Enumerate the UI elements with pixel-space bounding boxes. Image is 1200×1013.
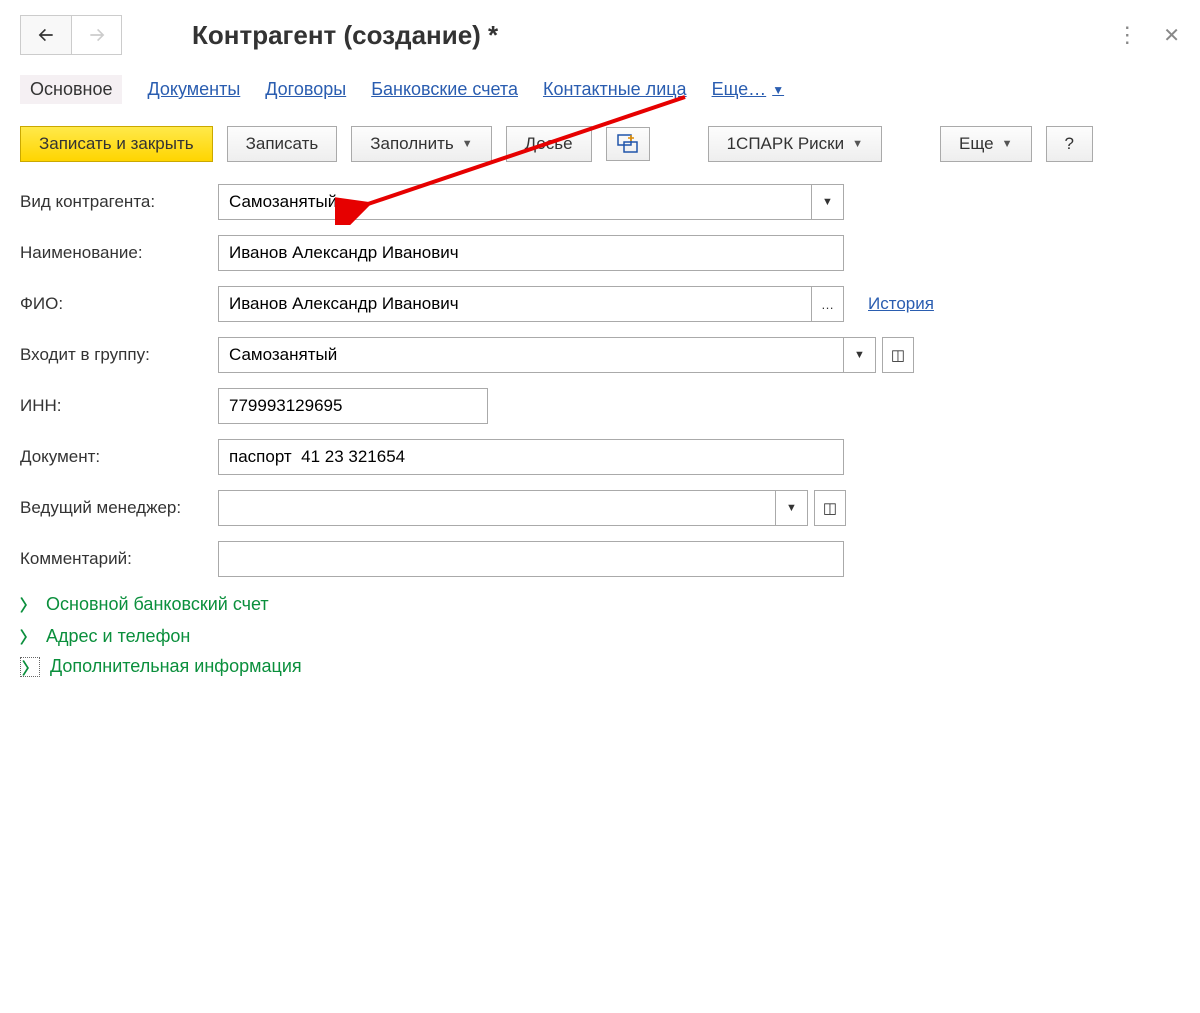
group-open-button[interactable]: ◫: [882, 337, 914, 373]
group-label: Входит в группу:: [20, 345, 218, 365]
fill-label: Заполнить: [370, 134, 453, 154]
chevron-right-icon: 〉: [20, 624, 36, 648]
more-button[interactable]: Еще ▼: [940, 126, 1031, 162]
forward-button[interactable]: [71, 16, 121, 54]
history-link[interactable]: История: [868, 294, 934, 314]
fio-input[interactable]: [218, 286, 812, 322]
spark-risks-label: 1СПАРК Риски: [727, 134, 845, 154]
chevron-down-icon: ▼: [854, 349, 865, 361]
spark-risks-button[interactable]: 1СПАРК Риски ▼: [708, 126, 882, 162]
more-label: Еще: [959, 134, 994, 154]
help-label: ?: [1065, 134, 1074, 154]
fio-label: ФИО:: [20, 294, 218, 314]
save-and-close-button[interactable]: Записать и закрыть: [20, 126, 213, 162]
collapsible-address-phone[interactable]: 〉 Адрес и телефон: [20, 624, 1180, 648]
tab-bar: Основное Документы Договоры Банковские с…: [20, 75, 1180, 104]
tab-contacts[interactable]: Контактные лица: [543, 79, 687, 100]
arrow-left-icon: [36, 25, 56, 45]
page-title: Контрагент (создание) *: [192, 20, 498, 51]
document-input[interactable]: [218, 439, 844, 475]
collapsible-address-phone-label: Адрес и телефон: [46, 626, 190, 647]
chevron-right-boxed-icon: 〉: [20, 657, 40, 677]
ellipsis-icon: …: [821, 297, 834, 312]
open-icon: ◫: [823, 499, 837, 517]
collapsible-bank-account[interactable]: 〉 Основной банковский счет: [20, 592, 1180, 616]
collapsible-additional-info[interactable]: 〉 Дополнительная информация: [20, 656, 1180, 677]
chevron-right-icon: 〉: [20, 592, 36, 616]
manager-input[interactable]: [218, 490, 776, 526]
dossier-label: Досье: [525, 134, 573, 154]
toolbar: Записать и закрыть Записать Заполнить ▼ …: [20, 126, 1180, 162]
fio-select-button[interactable]: …: [812, 286, 844, 322]
collapsible-additional-info-label: Дополнительная информация: [50, 656, 302, 677]
save-and-close-label: Записать и закрыть: [39, 134, 194, 154]
counterparty-type-input[interactable]: [218, 184, 812, 220]
tab-documents[interactable]: Документы: [147, 79, 240, 100]
counterparty-type-dropdown[interactable]: ▼: [812, 184, 844, 220]
nav-history-buttons: [20, 15, 122, 55]
manager-label: Ведущий менеджер:: [20, 498, 218, 518]
tab-bank-accounts[interactable]: Банковские счета: [371, 79, 518, 100]
tab-more-label: Еще…: [712, 79, 767, 100]
inn-label: ИНН:: [20, 396, 218, 416]
pick-button[interactable]: [606, 127, 650, 161]
comment-input[interactable]: [218, 541, 844, 577]
chevron-down-icon: ▼: [852, 138, 863, 150]
comment-label: Комментарий:: [20, 549, 218, 569]
group-input[interactable]: [218, 337, 844, 373]
tab-contracts[interactable]: Договоры: [265, 79, 346, 100]
back-button[interactable]: [21, 16, 71, 54]
form: Вид контрагента: ▼ Наименование: ФИО: … …: [20, 184, 1180, 677]
name-input[interactable]: [218, 235, 844, 271]
open-icon: ◫: [891, 346, 905, 364]
document-label: Документ:: [20, 447, 218, 467]
tab-main[interactable]: Основное: [20, 75, 122, 104]
chevron-down-icon: ▼: [786, 502, 797, 514]
tab-more[interactable]: Еще… ▼: [712, 79, 785, 100]
arrow-right-icon: [87, 25, 107, 45]
inn-input[interactable]: [218, 388, 488, 424]
pick-icon: [617, 134, 639, 154]
chevron-down-icon: ▼: [772, 83, 784, 97]
kebab-menu-icon[interactable]: ⋮: [1116, 22, 1138, 48]
close-icon[interactable]: ✕: [1163, 23, 1180, 48]
save-label: Записать: [246, 134, 319, 154]
chevron-down-icon: ▼: [1002, 138, 1013, 150]
collapsible-bank-account-label: Основной банковский счет: [46, 594, 269, 615]
chevron-down-icon: ▼: [462, 138, 473, 150]
save-button[interactable]: Записать: [227, 126, 338, 162]
group-dropdown[interactable]: ▼: [844, 337, 876, 373]
dossier-button[interactable]: Досье: [506, 126, 592, 162]
name-label: Наименование:: [20, 243, 218, 263]
manager-dropdown[interactable]: ▼: [776, 490, 808, 526]
counterparty-type-label: Вид контрагента:: [20, 192, 218, 212]
chevron-down-icon: ▼: [822, 196, 833, 208]
manager-open-button[interactable]: ◫: [814, 490, 846, 526]
help-button[interactable]: ?: [1046, 126, 1093, 162]
fill-button[interactable]: Заполнить ▼: [351, 126, 491, 162]
